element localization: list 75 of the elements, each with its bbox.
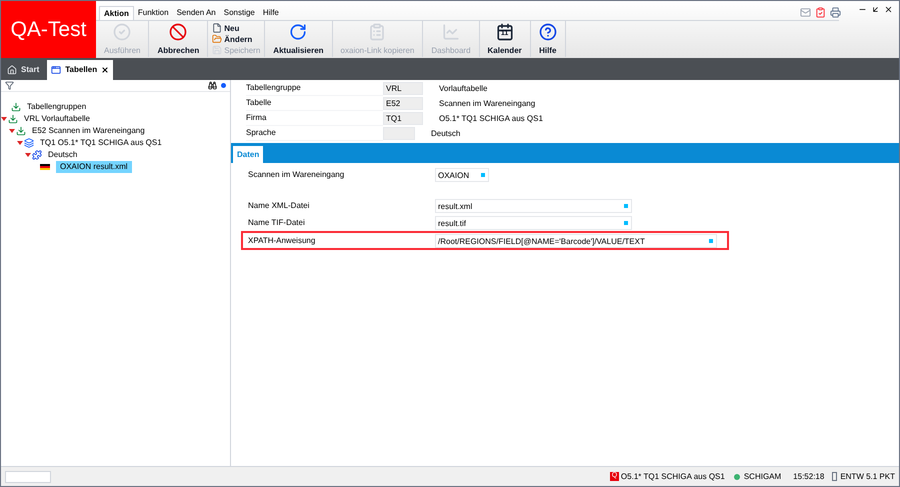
field-label: Tabelle — [246, 96, 383, 111]
tree-item[interactable]: TQ1 O5.1* TQ1 SCHIGA aus QS1 — [36, 137, 166, 149]
download-icon — [8, 114, 18, 124]
field-label: Name XML-Datei — [248, 200, 310, 212]
description-text: Deutsch — [431, 128, 460, 140]
expand-arrow-icon[interactable] — [17, 140, 23, 146]
time-text: 15:52:18 — [793, 470, 824, 482]
check-circle-icon — [113, 23, 132, 41]
puzzle-icon — [32, 150, 42, 160]
filter-icon[interactable] — [5, 81, 14, 90]
toolbar-button[interactable]: Abbrechen — [149, 21, 208, 57]
description-text: Scannen im Wareneingang — [439, 98, 536, 110]
flag-icon — [40, 164, 50, 170]
app-logo: QA-Test — [1, 1, 96, 58]
cancel-icon — [169, 23, 188, 41]
tree-item[interactable]: Tabellengruppen — [23, 101, 90, 113]
expand-arrow-icon[interactable] — [9, 128, 15, 134]
field-label: XPATH-Anweisung — [248, 234, 316, 246]
expand-arrow-icon[interactable] — [25, 152, 31, 158]
input-field[interactable]: result.tif — [435, 216, 632, 230]
mail-icon[interactable] — [800, 6, 811, 18]
field-label: Scannen im Wareneingang — [248, 168, 346, 180]
field-label: Name TIF-Datei — [248, 216, 306, 228]
description-text: Vorlauftabelle — [439, 82, 488, 94]
toolbar-button[interactable]: Ändern — [212, 34, 260, 44]
code-field — [383, 127, 415, 140]
expand-arrow-icon[interactable] — [1, 116, 7, 122]
code-field: E52 — [383, 97, 423, 110]
field-label: Tabellengruppe — [246, 81, 383, 96]
help-icon — [538, 23, 557, 41]
document-tab[interactable]: Tabellen — [47, 60, 114, 80]
server-icon — [832, 472, 838, 481]
binoculars-icon[interactable] — [208, 81, 217, 90]
home-icon — [7, 65, 17, 75]
restore-icon[interactable] — [871, 5, 880, 14]
status-input-field[interactable] — [5, 470, 51, 482]
description-text: O5.1* TQ1 SCHIGA aus QS1 — [439, 112, 543, 124]
line-chart-icon — [442, 23, 460, 41]
section-tab[interactable]: Daten — [233, 146, 264, 163]
input-field[interactable]: OXAION — [435, 168, 489, 182]
tree-item[interactable]: VRL Vorlauftabelle — [20, 113, 94, 125]
user-name: SCHIGAM — [744, 470, 782, 482]
refresh-icon — [289, 23, 308, 41]
close-icon[interactable] — [884, 5, 893, 14]
tree-item[interactable]: OXAION result.xml — [56, 161, 132, 173]
environment-text: ENTW 5.1 PKT — [840, 470, 895, 482]
code-field: VRL — [383, 82, 423, 95]
download-icon — [16, 126, 26, 136]
tree-item[interactable]: Deutsch — [44, 149, 82, 161]
tree-item[interactable]: E52 Scannen im Wareneingang — [28, 125, 149, 137]
input-field[interactable]: /Root/REGIONS/FIELD[@NAME='Barcode']/VALUE/TEXT — [435, 234, 717, 248]
field-label: Firma — [246, 111, 383, 126]
document-tab[interactable]: Start — [3, 60, 44, 80]
code-field: TQ1 — [383, 112, 423, 125]
window-icon — [51, 65, 62, 75]
file-icon — [212, 23, 222, 33]
field-label: Sprache — [246, 126, 383, 141]
print-icon[interactable] — [830, 6, 841, 18]
company-text: O5.1* TQ1 SCHIGA aus QS1 — [620, 470, 725, 482]
save-icon — [212, 45, 222, 55]
close-tab-icon[interactable] — [101, 66, 110, 74]
menu-tab[interactable]: Aktion — [99, 6, 134, 20]
folder-icon — [212, 34, 222, 44]
input-field[interactable]: result.xml — [435, 198, 632, 212]
toolbar-button[interactable]: Hilfe — [530, 21, 566, 57]
toolbar-button[interactable]: Aktualisieren — [265, 21, 333, 57]
menu-tab[interactable]: Hilfe — [258, 6, 283, 20]
layers-icon — [24, 138, 34, 148]
menu-tab[interactable]: Senden An — [172, 6, 220, 20]
toolbar-button[interactable]: Neu — [212, 22, 260, 34]
clipboard-icon — [368, 23, 386, 41]
menu-tab[interactable]: Sonstige — [220, 6, 259, 20]
clipboard-check-icon[interactable] — [815, 6, 826, 18]
menu-tab[interactable]: Funktion — [134, 6, 173, 20]
download-icon — [11, 102, 21, 112]
